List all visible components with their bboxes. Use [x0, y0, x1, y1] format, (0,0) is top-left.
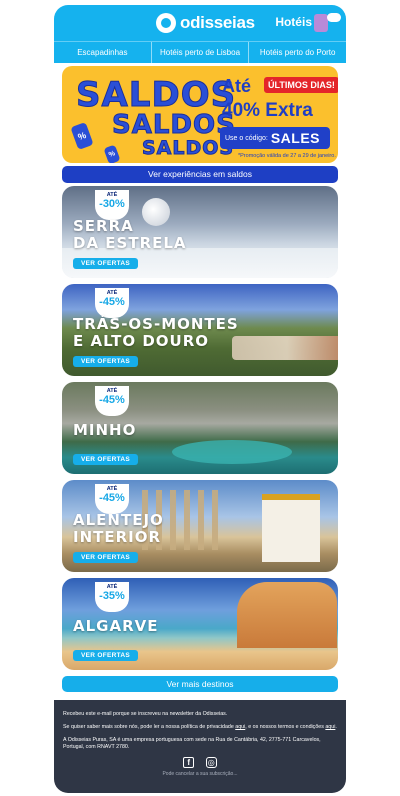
- discount-badge: ATÉ -35%: [95, 582, 129, 612]
- card-title-line1: ALGARVE: [73, 617, 159, 635]
- discount-value: -45%: [99, 394, 125, 406]
- card-minho[interactable]: ATÉ -45% MINHO VER OFERTAS: [62, 382, 338, 474]
- discount-badge: ATÉ -45%: [95, 386, 129, 416]
- card-title: MINHO: [73, 422, 136, 439]
- ver-ofertas-button[interactable]: VER OFERTAS: [73, 258, 139, 269]
- nav-item-hoteis-porto[interactable]: Hotéis perto do Porto: [248, 42, 346, 63]
- card-title-line1: SERRA: [73, 217, 134, 235]
- ver-experiencias-button[interactable]: Ver experiências em saldos: [62, 166, 338, 183]
- cloud-sun-icon: [324, 10, 341, 22]
- promo-code-box: Use o código: SALES: [220, 127, 330, 149]
- header: odisseias Hotéis: [54, 5, 346, 41]
- card-title-line1: ALENTEJO: [73, 511, 164, 529]
- promo-code-label: Use o código:: [225, 134, 268, 142]
- email-container: odisseias Hotéis Escapadinhas Hotéis per…: [54, 5, 346, 793]
- facebook-icon[interactable]: f: [183, 757, 195, 768]
- logo-text: odisseias: [180, 13, 255, 32]
- instagram-icon[interactable]: ◎: [205, 757, 217, 768]
- suitcase-icon: [314, 14, 328, 32]
- saldos-banner[interactable]: SALDOS SALDOS SALDOS % % Até ÚLTIMOS DIA…: [62, 66, 338, 163]
- percent-tag-icon-small: %: [103, 144, 121, 163]
- card-title-line2: E ALTO DOURO: [73, 332, 210, 350]
- footer: Recebeu este e-mail porque se inscreveu …: [54, 700, 346, 793]
- nav-item-escapadinhas[interactable]: Escapadinhas: [54, 42, 151, 63]
- privacy-policy-link[interactable]: aqui: [235, 724, 245, 730]
- nav-bar: Escapadinhas Hotéis perto de Lisboa Hoté…: [54, 41, 346, 63]
- banner-ate: Até: [222, 76, 252, 96]
- ver-ofertas-button[interactable]: VER OFERTAS: [73, 356, 139, 367]
- footer-privacy-text-b: , e os nossos termos e condições: [245, 724, 326, 730]
- promo-code: SALES: [270, 130, 320, 146]
- discount-ate: ATÉ: [106, 388, 118, 394]
- unsubscribe-link[interactable]: Pode cancelar a sua subscrição...: [63, 771, 337, 778]
- card-title: TRÁS-OS-MONTES E ALTO DOURO: [73, 316, 239, 350]
- discount-ate: ATÉ: [106, 486, 118, 492]
- saldos-headline: SALDOS: [75, 75, 237, 115]
- discount-value: -30%: [99, 198, 125, 210]
- card-tras-os-montes[interactable]: ATÉ -45% TRÁS-OS-MONTES E ALTO DOURO VER…: [62, 284, 338, 376]
- footer-privacy-text-a: Se quiser saber mais sobre nós, pode ler…: [63, 724, 236, 730]
- promo-note: *Promoção válida de 27 a 29 de janeiro.: [238, 153, 336, 159]
- odisseias-logo[interactable]: odisseias: [156, 12, 255, 34]
- card-alentejo-interior[interactable]: ATÉ -45% ALENTEJO INTERIOR VER OFERTAS: [62, 480, 338, 572]
- ver-ofertas-button[interactable]: VER OFERTAS: [73, 552, 139, 563]
- card-serra-da-estrela[interactable]: ATÉ -30% SERRA DA ESTRELA VER OFERTAS: [62, 186, 338, 278]
- discount-badge: ATÉ -30%: [95, 190, 129, 220]
- card-title-line2: INTERIOR: [73, 528, 162, 546]
- destination-cards: ATÉ -30% SERRA DA ESTRELA VER OFERTAS AT…: [62, 186, 338, 670]
- discount-value: -35%: [99, 590, 125, 602]
- logo-mark-icon: [156, 13, 176, 33]
- nav-item-hoteis-lisboa[interactable]: Hotéis perto de Lisboa: [150, 42, 249, 63]
- card-title: ALGARVE: [73, 618, 159, 635]
- card-title-line1: MINHO: [73, 421, 137, 439]
- discount-ate: ATÉ: [106, 584, 118, 590]
- discount-badge: ATÉ -45%: [95, 288, 129, 318]
- discount-badge: ATÉ -45%: [95, 484, 129, 514]
- ver-ofertas-button[interactable]: VER OFERTAS: [73, 454, 139, 465]
- saldos-headline-2: SALDOS: [112, 110, 236, 140]
- hoteis-link[interactable]: Hotéis: [275, 15, 312, 29]
- discount-ate: ATÉ: [106, 192, 118, 198]
- banner-extra: 40% Extra: [222, 100, 313, 121]
- discount-value: -45%: [99, 296, 125, 308]
- card-title: SERRA DA ESTRELA: [73, 218, 187, 252]
- percent-tag-icon: %: [70, 121, 94, 151]
- card-algarve[interactable]: ATÉ -35% ALGARVE VER OFERTAS: [62, 578, 338, 670]
- footer-privacy-text-c: .: [335, 724, 337, 730]
- card-title-line1: TRÁS-OS-MONTES: [73, 315, 239, 333]
- footer-company-info: A Odisseias Puras, SA é uma empresa port…: [63, 737, 321, 750]
- social-links: f ◎: [63, 757, 337, 768]
- footer-subscription-note: Recebeu este e-mail porque se inscreveu …: [63, 711, 228, 717]
- terms-link[interactable]: aqui: [325, 724, 335, 730]
- discount-ate: ATÉ: [106, 290, 118, 296]
- ultimos-dias-badge: ÚLTIMOS DIAS!: [264, 77, 338, 93]
- footer-privacy-note: Se quiser saber mais sobre nós, pode ler…: [63, 724, 337, 731]
- ver-mais-destinos-button[interactable]: Ver mais destinos: [62, 676, 338, 692]
- card-title-line2: DA ESTRELA: [73, 234, 187, 252]
- ver-ofertas-button[interactable]: VER OFERTAS: [73, 650, 139, 661]
- card-title: ALENTEJO INTERIOR: [73, 512, 164, 546]
- discount-value: -45%: [99, 492, 125, 504]
